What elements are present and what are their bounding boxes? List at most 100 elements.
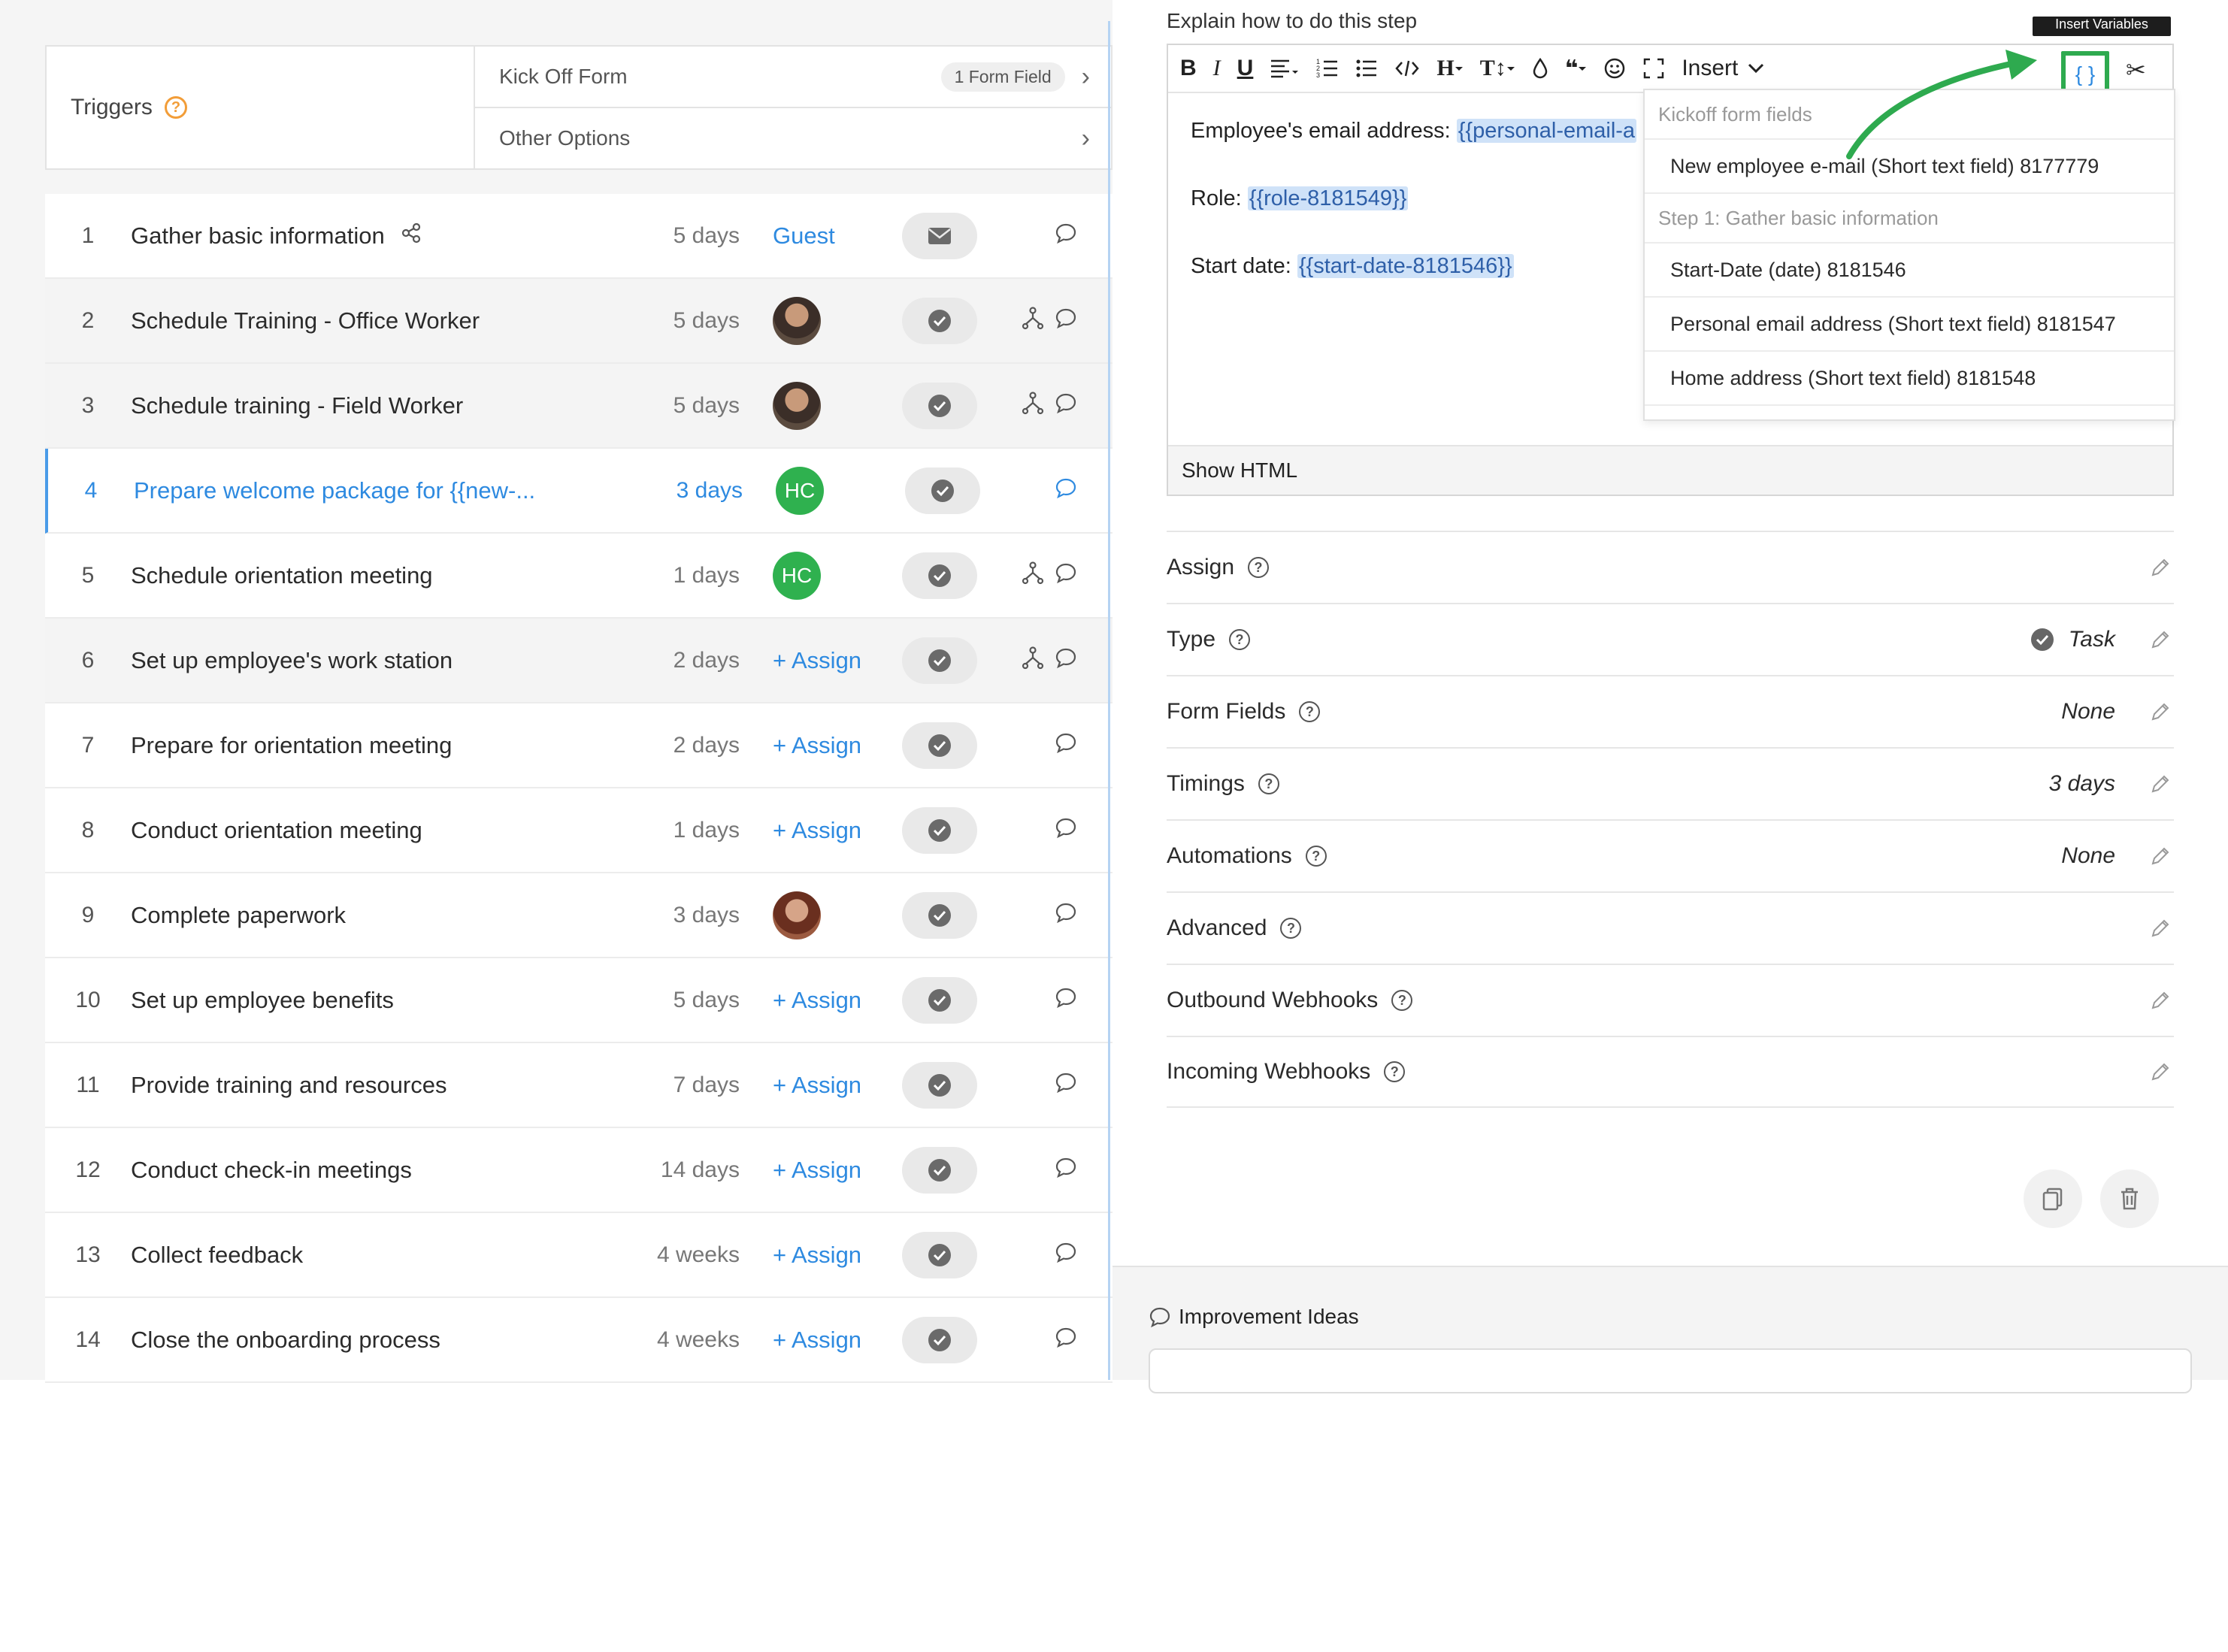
emoji-icon[interactable] [1603, 52, 1626, 85]
step-row[interactable]: 6 Set up employee's work station 2 days + A… [45, 619, 1112, 703]
assign-link[interactable]: + Assign [773, 1157, 861, 1184]
assign-link[interactable]: + Assign [773, 1327, 861, 1354]
comment-icon[interactable] [1054, 1071, 1078, 1100]
assign-link[interactable]: + Assign [773, 987, 861, 1014]
comment-icon[interactable] [1054, 561, 1078, 590]
step-title[interactable]: Gather basic information [131, 222, 642, 250]
step-type-button[interactable] [905, 467, 980, 514]
step-row[interactable]: 1 Gather basic information 5 days Guest [45, 194, 1112, 279]
avatar[interactable] [773, 381, 821, 430]
comment-icon[interactable] [1054, 816, 1078, 845]
step-title[interactable]: Conduct check-in meetings [131, 1157, 642, 1184]
fullscreen-icon[interactable] [1642, 52, 1665, 85]
step-type-button[interactable] [902, 382, 977, 429]
step-row[interactable]: 14 Close the onboarding process 4 weeks + A… [45, 1298, 1112, 1383]
step-type-button[interactable] [902, 1061, 977, 1109]
step-title[interactable]: Schedule Training - Office Worker [131, 307, 642, 334]
align-icon[interactable] [1270, 52, 1300, 85]
duplicate-button[interactable] [2024, 1169, 2082, 1228]
step-row[interactable]: 12 Conduct check-in meetings 14 days + Assi… [45, 1128, 1112, 1213]
insert-dropdown[interactable]: Insert [1682, 52, 1765, 85]
step-type-button[interactable] [902, 1231, 977, 1278]
dropdown-item[interactable]: Personal email address (Short text field… [1645, 298, 2174, 352]
step-title[interactable]: Prepare welcome package for {{new-... [134, 477, 645, 504]
pencil-icon[interactable] [2147, 918, 2174, 939]
dropdown-item[interactable]: Start-Date (date) 8181546 [1645, 244, 2174, 298]
step-type-button[interactable] [902, 552, 977, 599]
avatar[interactable]: HC [776, 466, 824, 515]
assign-link[interactable]: + Assign [773, 647, 861, 674]
delete-button[interactable] [2100, 1169, 2159, 1228]
pencil-icon[interactable] [2147, 846, 2174, 867]
step-title[interactable]: Collect feedback [131, 1242, 642, 1269]
step-type-button[interactable] [902, 637, 977, 684]
color-drop-icon[interactable] [1532, 52, 1548, 85]
code-icon[interactable] [1394, 52, 1420, 85]
step-type-button[interactable] [902, 297, 977, 344]
improvement-input[interactable] [1149, 1348, 2192, 1393]
scissors-icon[interactable]: ✂ [2126, 56, 2146, 84]
step-title[interactable]: Set up employee's work station [131, 647, 642, 674]
assign-link[interactable]: + Assign [773, 817, 861, 844]
comment-icon[interactable] [1054, 731, 1078, 760]
other-options-row[interactable]: Other Options › [475, 107, 1111, 168]
step-title[interactable]: Provide training and resources [131, 1072, 642, 1099]
comment-icon[interactable] [1054, 1241, 1078, 1269]
property-form-fields[interactable]: Form Fields ? None [1167, 675, 2174, 747]
comment-icon[interactable] [1054, 646, 1078, 675]
assignee-guest[interactable]: Guest [773, 222, 835, 250]
help-icon[interactable]: ? [1305, 846, 1327, 867]
step-type-button[interactable] [902, 722, 977, 769]
property-assign[interactable]: Assign ? [1167, 531, 2174, 603]
comment-icon[interactable] [1054, 986, 1078, 1015]
help-icon[interactable]: ? [1280, 918, 1302, 939]
step-row[interactable]: 10 Set up employee benefits 5 days + Assign [45, 958, 1112, 1043]
help-icon[interactable]: ? [1258, 773, 1279, 794]
italic-button[interactable]: I [1213, 52, 1221, 85]
step-type-button[interactable] [902, 891, 977, 939]
step-type-button[interactable] [902, 806, 977, 854]
step-row[interactable]: 9 Complete paperwork 3 days [45, 873, 1112, 958]
comment-icon[interactable] [1054, 1326, 1078, 1354]
avatar[interactable] [773, 891, 821, 939]
property-automations[interactable]: Automations ? None [1167, 819, 2174, 891]
help-icon[interactable]: ? [1299, 701, 1321, 722]
triggers-help-icon[interactable]: ? [164, 96, 187, 119]
property-outbound-webhooks[interactable]: Outbound Webhooks ? [1167, 964, 2174, 1036]
step-row[interactable]: 8 Conduct orientation meeting 1 days + Assi… [45, 788, 1112, 873]
pencil-icon[interactable] [2147, 557, 2174, 578]
property-advanced[interactable]: Advanced ? [1167, 891, 2174, 964]
font-size-icon[interactable]: T↕ [1480, 52, 1515, 85]
branch-icon[interactable] [1021, 646, 1045, 676]
step-row[interactable]: 11 Provide training and resources 7 days + … [45, 1043, 1112, 1128]
property-timings[interactable]: Timings ? 3 days [1167, 747, 2174, 819]
comment-icon[interactable] [1054, 392, 1078, 420]
avatar[interactable] [773, 296, 821, 345]
comment-icon[interactable] [1054, 901, 1078, 930]
dropdown-item[interactable]: Home address (Short text field) 8181548 [1645, 352, 2174, 406]
step-title[interactable]: Schedule orientation meeting [131, 562, 642, 589]
step-title[interactable]: Complete paperwork [131, 902, 642, 929]
kickoff-form-row[interactable]: Kick Off Form 1 Form Field › [475, 47, 1111, 107]
step-row[interactable]: 7 Prepare for orientation meeting 2 days + … [45, 703, 1112, 788]
step-title[interactable]: Close the onboarding process [131, 1327, 642, 1354]
help-icon[interactable]: ? [1391, 990, 1413, 1011]
bold-button[interactable]: B [1180, 52, 1197, 85]
step-title[interactable]: Prepare for orientation meeting [131, 732, 642, 759]
pencil-icon[interactable] [2147, 629, 2174, 650]
quote-icon[interactable]: ❝ [1565, 52, 1588, 85]
property-incoming-webhooks[interactable]: Incoming Webhooks ? [1167, 1036, 2174, 1108]
branch-icon[interactable] [1021, 306, 1045, 336]
property-type[interactable]: Type ? Task [1167, 603, 2174, 675]
help-icon[interactable]: ? [1248, 557, 1270, 578]
pencil-icon[interactable] [2147, 1061, 2174, 1082]
step-row[interactable]: 4 Prepare welcome package for {{new-... 3 … [45, 449, 1112, 534]
step-title[interactable]: Set up employee benefits [131, 987, 642, 1014]
pencil-icon[interactable] [2147, 773, 2174, 794]
step-type-button[interactable] [902, 1316, 977, 1363]
step-type-button[interactable] [902, 1146, 977, 1194]
assign-link[interactable]: + Assign [773, 1242, 861, 1269]
comment-icon[interactable] [1054, 1156, 1078, 1185]
assign-link[interactable]: + Assign [773, 732, 861, 759]
pencil-icon[interactable] [2147, 701, 2174, 722]
